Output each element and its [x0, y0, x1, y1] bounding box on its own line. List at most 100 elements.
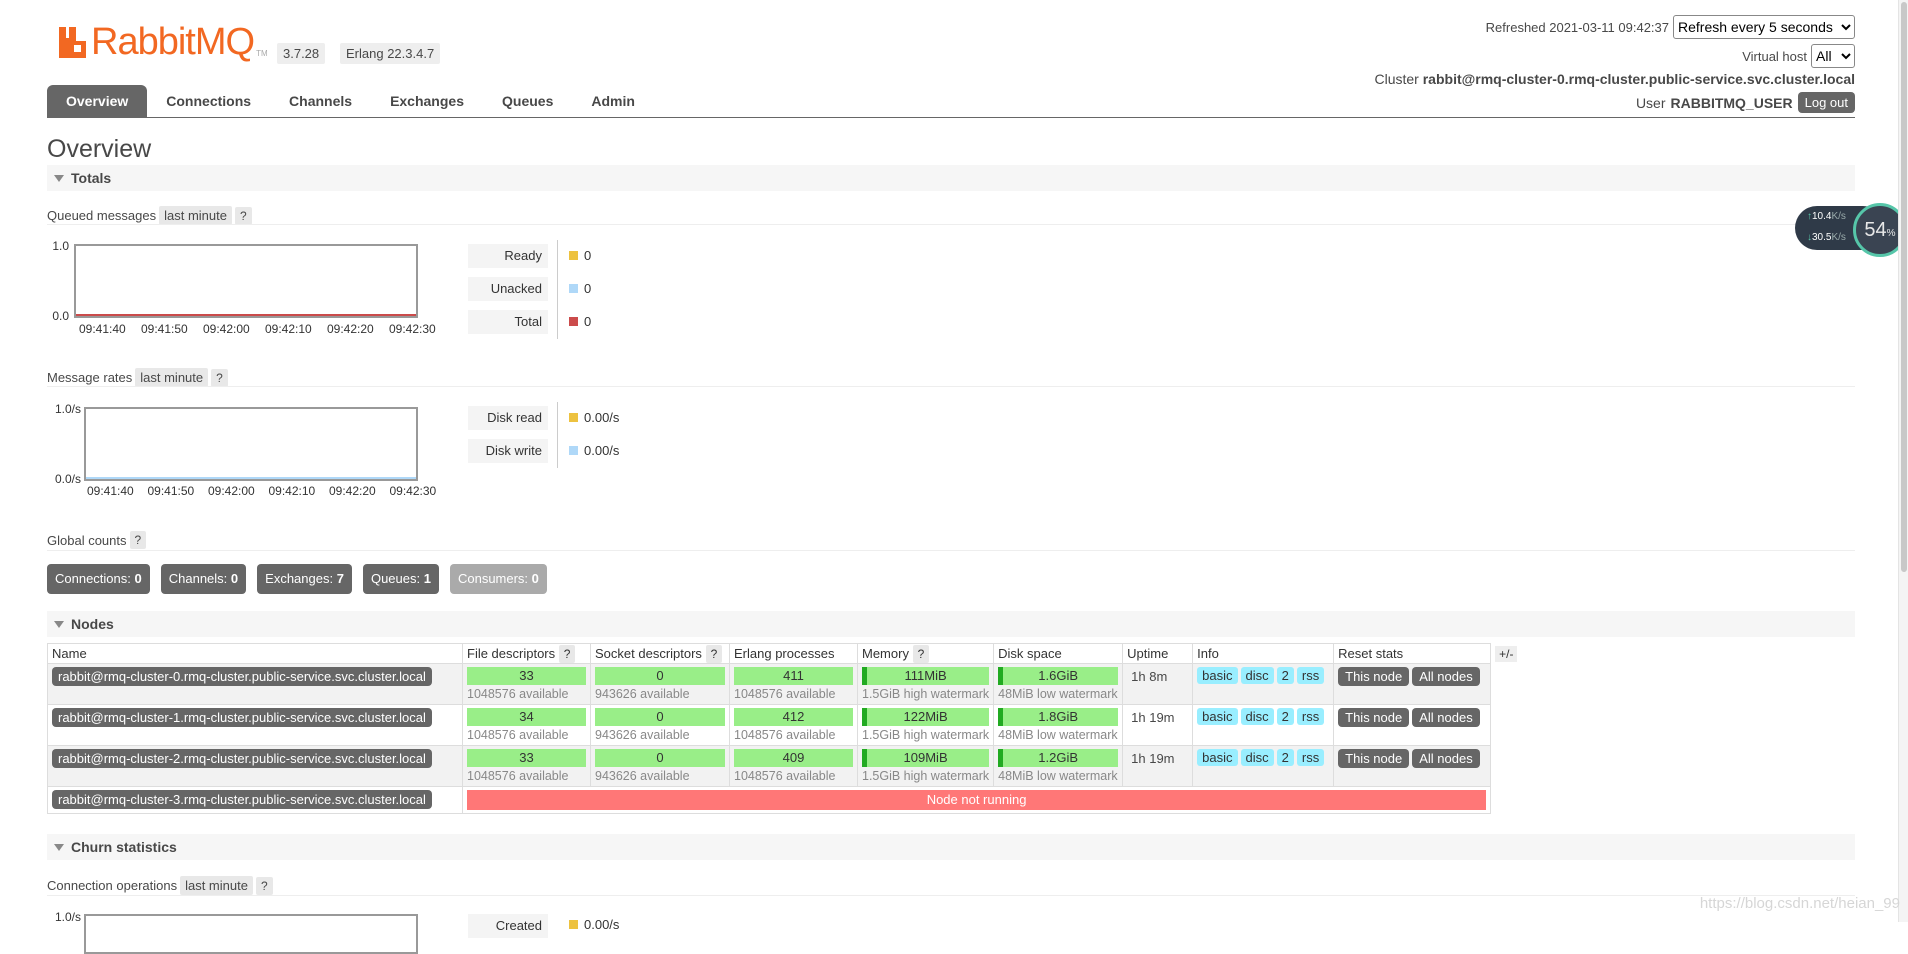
node-row: rabbit@rmq-cluster-2.rmq-cluster.public-… [47, 745, 1522, 787]
refresh-interval-select[interactable]: Refresh every 5 seconds [1673, 15, 1855, 39]
disk-space-limit: 48MiB low watermark [998, 769, 1118, 783]
queues-count[interactable]: Queues: 1 [362, 564, 439, 594]
conn-ops-legend-value: 0.00/s [569, 917, 619, 932]
tab-queues[interactable]: Queues [483, 85, 572, 117]
disk-space-bar: 1.2GiB [998, 749, 1119, 767]
memory-bar: 122MiB [862, 708, 990, 726]
conn-ops-range-select[interactable]: last minute [180, 876, 253, 895]
rates-x-tick: 09:41:40 [87, 484, 134, 498]
exchanges-count[interactable]: Exchanges: 7 [257, 564, 352, 594]
node-row: rabbit@rmq-cluster-0.rmq-cluster.public-… [47, 663, 1522, 705]
legend-swatch [569, 251, 578, 260]
erlang-version-badge: Erlang 22.3.4.7 [340, 43, 441, 64]
legend-value: 0.00/s [569, 443, 619, 458]
collapse-triangle-icon [54, 621, 64, 628]
col-disk-space: Disk space [993, 643, 1124, 664]
collapse-triangle-icon [54, 844, 64, 851]
rabbitmq-logo[interactable]: RabbitMQ TM [57, 23, 268, 61]
erlang-processes-bar: 409 [734, 749, 853, 767]
legend-label-total: Total [468, 310, 548, 334]
info-tag[interactable]: disc [1240, 708, 1274, 725]
col-file-descriptors: File descriptors ? [462, 643, 591, 664]
disk-space-bar: 1.8GiB [998, 708, 1119, 726]
col-erlang-processes: Erlang processes [729, 643, 858, 664]
col-toggle: +/- [1490, 643, 1522, 664]
info-tag[interactable]: disc [1240, 749, 1274, 766]
info-tag[interactable]: basic [1197, 708, 1238, 725]
connections-count[interactable]: Connections: 0 [47, 564, 150, 594]
totals-section-toggle[interactable]: Totals [47, 165, 1855, 191]
node-name-link[interactable]: rabbit@rmq-cluster-2.rmq-cluster.public-… [52, 749, 432, 768]
info-tag[interactable]: disc [1240, 667, 1274, 684]
file-descriptors-limit: 1048576 available [467, 728, 569, 742]
reset-this-node-button[interactable]: This node [1338, 667, 1410, 686]
watermark-text: https://blog.csdn.net/heian_99 [1699, 895, 1900, 912]
conn-ops-legend-created: Created [468, 914, 548, 938]
virtual-host-select[interactable]: All [1811, 44, 1855, 68]
global-counts-help-button[interactable]: ? [129, 531, 147, 549]
sd-help-button[interactable]: ? [705, 645, 723, 663]
node-name-link[interactable]: rabbit@rmq-cluster-3.rmq-cluster.public-… [52, 790, 432, 809]
rates-range-select[interactable]: last minute [135, 368, 209, 387]
col-socket-descriptors: Socket descriptors ? [590, 643, 730, 664]
rabbit-logo-icon [57, 24, 89, 60]
nodes-section-title: Nodes [71, 616, 114, 632]
reset-all-nodes-button[interactable]: All nodes [1412, 667, 1480, 686]
columns-toggle-button[interactable]: +/- [1495, 646, 1518, 662]
nodes-section-toggle[interactable]: Nodes [47, 611, 1855, 637]
info-tag[interactable]: 2 [1276, 708, 1294, 725]
fd-help-button[interactable]: ? [558, 645, 576, 663]
reset-this-node-button[interactable]: This node [1338, 708, 1410, 727]
col-info: Info [1192, 643, 1335, 664]
legend-swatch [569, 284, 578, 293]
info-tag[interactable]: rss [1296, 749, 1325, 766]
tab-channels[interactable]: Channels [270, 85, 371, 117]
reset-all-nodes-button[interactable]: All nodes [1412, 708, 1480, 727]
queued-help-button[interactable]: ? [235, 206, 252, 225]
tab-admin[interactable]: Admin [572, 85, 654, 117]
queued-x-tick: 09:41:40 [79, 322, 126, 336]
page-scrollbar[interactable] [1898, 0, 1908, 922]
queued-x-tick: 09:42:00 [203, 322, 250, 336]
legend-label-unacked: Unacked [468, 277, 548, 301]
churn-section-toggle[interactable]: Churn statistics [47, 834, 1855, 860]
legend-value: 0 [569, 248, 591, 263]
node-name-link[interactable]: rabbit@rmq-cluster-1.rmq-cluster.public-… [52, 708, 432, 727]
node-uptime: 1h 19m [1131, 710, 1175, 725]
reset-all-nodes-button[interactable]: All nodes [1412, 749, 1480, 768]
scrollbar-thumb[interactable] [1901, 2, 1907, 572]
connection-operations-title: Connection operations [47, 878, 178, 893]
node-name-link[interactable]: rabbit@rmq-cluster-0.rmq-cluster.public-… [52, 667, 432, 686]
main-nav-tabs: Overview Connections Channels Exchanges … [47, 85, 1855, 118]
queued-x-tick: 09:42:20 [327, 322, 374, 336]
legend-label-disk-write: Disk write [468, 439, 548, 463]
network-speed-widget[interactable]: ↑10.4K/s ↓30.5K/s 54% [1795, 203, 1908, 257]
col-memory: Memory ? [856, 643, 995, 664]
file-descriptors-bar: 33 [467, 749, 586, 767]
channels-count[interactable]: Channels: 0 [160, 564, 247, 594]
tab-overview[interactable]: Overview [47, 85, 148, 117]
reset-this-node-button[interactable]: This node [1338, 749, 1410, 768]
rates-help-button[interactable]: ? [211, 368, 228, 387]
tab-exchanges[interactable]: Exchanges [371, 85, 483, 117]
info-tag[interactable]: rss [1296, 708, 1325, 725]
nodes-table: Name File descriptors ? Socket descripto… [47, 643, 1522, 814]
info-tag[interactable]: basic [1197, 749, 1238, 766]
info-tag[interactable]: 2 [1276, 667, 1294, 684]
consumers-count[interactable]: Consumers: 0 [449, 564, 547, 594]
legend-value: 0 [569, 281, 591, 296]
info-tag[interactable]: basic [1197, 667, 1238, 684]
refreshed-label: Refreshed 2021-03-11 09:42:37 [1485, 19, 1669, 35]
legend-swatch [569, 317, 578, 326]
info-tag[interactable]: rss [1296, 667, 1325, 684]
queued-y-bottom: 0.0 [52, 309, 69, 323]
rates-line [86, 477, 416, 479]
memory-help-button[interactable]: ? [912, 645, 930, 663]
erlang-processes-limit: 1048576 available [734, 728, 836, 742]
queued-range-select[interactable]: last minute [159, 206, 232, 225]
conn-ops-help-button[interactable]: ? [255, 876, 273, 895]
tab-connections[interactable]: Connections [147, 85, 270, 117]
totals-section-title: Totals [71, 170, 112, 186]
info-tag[interactable]: 2 [1276, 749, 1294, 766]
connection-operations-plot [84, 914, 418, 954]
